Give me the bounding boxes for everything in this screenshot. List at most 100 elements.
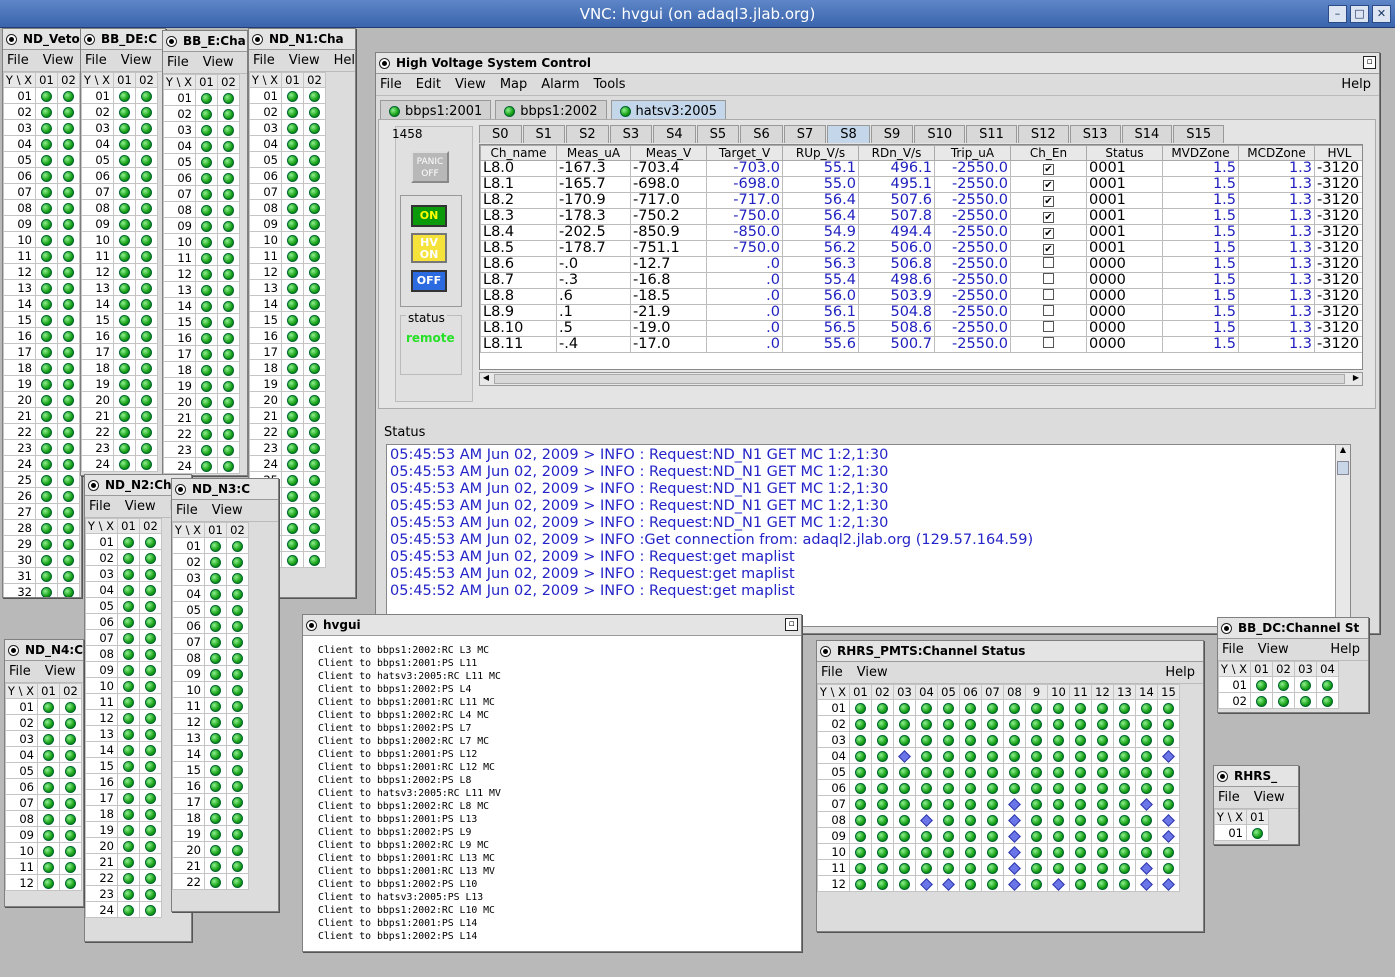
grid-cell[interactable]	[37, 746, 60, 763]
grid-cell[interactable]	[57, 567, 80, 584]
grid-cell[interactable]	[959, 843, 982, 860]
grid-cell[interactable]	[303, 103, 326, 120]
grid-cell[interactable]	[303, 231, 326, 248]
grid-cell[interactable]	[35, 343, 58, 360]
grid-cell[interactable]	[937, 875, 960, 892]
grid-cell[interactable]	[135, 327, 158, 344]
grid-cell[interactable]	[281, 103, 304, 120]
grid-cell[interactable]	[1069, 843, 1092, 860]
table-row[interactable]: L8.0 -167.3 -703.4 -703.0 55.1 496.1 -2550.0 ✔ 0…	[480, 160, 1362, 177]
grid-cell[interactable]	[139, 837, 162, 854]
grid-cell[interactable]	[893, 859, 916, 876]
grid-cell[interactable]	[1047, 827, 1070, 844]
grid-cell[interactable]	[1025, 731, 1048, 748]
grid-cell[interactable]	[281, 87, 304, 104]
grid-cell[interactable]	[893, 779, 916, 796]
grid-cell[interactable]	[893, 699, 916, 716]
window-menu-icon[interactable]	[175, 483, 186, 495]
grid-cell[interactable]	[1294, 676, 1317, 693]
grid-cell[interactable]	[915, 811, 938, 828]
grid-cell[interactable]	[1003, 843, 1026, 860]
grid-cell[interactable]	[204, 873, 227, 890]
grid-cell[interactable]	[1091, 859, 1114, 876]
slot-tab[interactable]: S6	[740, 125, 783, 143]
grid-cell[interactable]	[1047, 859, 1070, 876]
grid-cell[interactable]	[35, 167, 58, 184]
grid-cell[interactable]	[981, 859, 1004, 876]
grid-cell[interactable]	[59, 746, 82, 763]
grid-cell[interactable]	[1113, 731, 1136, 748]
menu-view[interactable]: View	[1258, 642, 1289, 657]
window-menu-icon[interactable]	[8, 644, 19, 656]
grid-cell[interactable]	[1025, 811, 1048, 828]
grid-cell[interactable]	[849, 779, 872, 796]
grid-cell[interactable]	[226, 617, 249, 634]
grid-cell[interactable]	[195, 169, 218, 186]
grid-cell[interactable]	[59, 858, 82, 875]
grid-cell[interactable]	[59, 730, 82, 747]
grid-cell[interactable]	[281, 167, 304, 184]
grid-cell[interactable]	[35, 407, 58, 424]
grid-cell[interactable]	[959, 763, 982, 780]
grid-cell[interactable]	[871, 875, 894, 892]
channel-enable-checkbox[interactable]: ✔	[1010, 208, 1087, 225]
grid-cell[interactable]	[117, 645, 140, 662]
grid-cell[interactable]	[1047, 875, 1070, 892]
grid-cell[interactable]	[135, 135, 158, 152]
grid-cell[interactable]	[1113, 779, 1136, 796]
grid-cell[interactable]	[204, 553, 227, 570]
grid-cell[interactable]	[59, 714, 82, 731]
grid-cell[interactable]	[1091, 827, 1114, 844]
grid-cell[interactable]	[981, 827, 1004, 844]
grid-cell[interactable]	[281, 279, 304, 296]
grid-cell[interactable]	[117, 709, 140, 726]
grid-cell[interactable]	[195, 393, 218, 410]
grid-cell[interactable]	[981, 795, 1004, 812]
grid-cell[interactable]	[117, 581, 140, 598]
grid-cell[interactable]	[303, 119, 326, 136]
grid-cell[interactable]	[959, 827, 982, 844]
grid-cell[interactable]	[204, 697, 227, 714]
table-cell[interactable]: -750.0	[706, 240, 783, 257]
grid-cell[interactable]	[135, 199, 158, 216]
grid-cell[interactable]	[113, 327, 136, 344]
grid-cell[interactable]	[937, 779, 960, 796]
grid-cell[interactable]	[871, 715, 894, 732]
grid-cell[interactable]	[226, 809, 249, 826]
grid-cell[interactable]	[303, 535, 326, 552]
grid-cell[interactable]	[1113, 715, 1136, 732]
grid-cell[interactable]	[1157, 795, 1180, 812]
grid-cell[interactable]	[117, 741, 140, 758]
grid-cell[interactable]	[195, 377, 218, 394]
window-menu-icon[interactable]	[84, 33, 95, 45]
grid-cell[interactable]	[937, 747, 960, 764]
grid-cell[interactable]	[1135, 715, 1158, 732]
grid-cell[interactable]	[37, 762, 60, 779]
channel-enable-checkbox[interactable]	[1010, 288, 1087, 305]
grid-cell[interactable]	[959, 699, 982, 716]
grid-cell[interactable]	[195, 409, 218, 426]
grid-cell[interactable]	[303, 551, 326, 568]
table-row[interactable]: L8.10.5 -19.0.0 56.5 508.6 -2550.0 0000 1.5 1.3…	[480, 320, 1362, 337]
grid-cell[interactable]	[937, 811, 960, 828]
grid-cell[interactable]	[849, 811, 872, 828]
table-row[interactable]: L8.5 -178.7 -751.1 -750.0 56.2 506.0 -2550.0 ✔ 0…	[480, 240, 1362, 257]
grid-cell[interactable]	[226, 649, 249, 666]
grid-cell[interactable]	[35, 183, 58, 200]
grid-cell[interactable]	[1069, 731, 1092, 748]
grid-cell[interactable]	[217, 329, 240, 346]
channel-enable-checkbox[interactable]	[1010, 256, 1087, 273]
grid-cell[interactable]	[195, 265, 218, 282]
menu-view[interactable]: View	[43, 53, 74, 68]
grid-cell[interactable]	[915, 763, 938, 780]
menu-view[interactable]: View	[455, 77, 486, 92]
grid-cell[interactable]	[871, 795, 894, 812]
grid-cell[interactable]	[1157, 715, 1180, 732]
log-scrollbar[interactable]: ▲	[1335, 445, 1350, 626]
window-menu-icon[interactable]	[820, 645, 831, 657]
grid-cell[interactable]	[139, 789, 162, 806]
slot-tab[interactable]: S5	[696, 125, 740, 143]
grid-cell[interactable]	[217, 457, 240, 474]
grid-cell[interactable]	[1135, 875, 1158, 892]
table-cell[interactable]: -698.0	[706, 176, 783, 193]
